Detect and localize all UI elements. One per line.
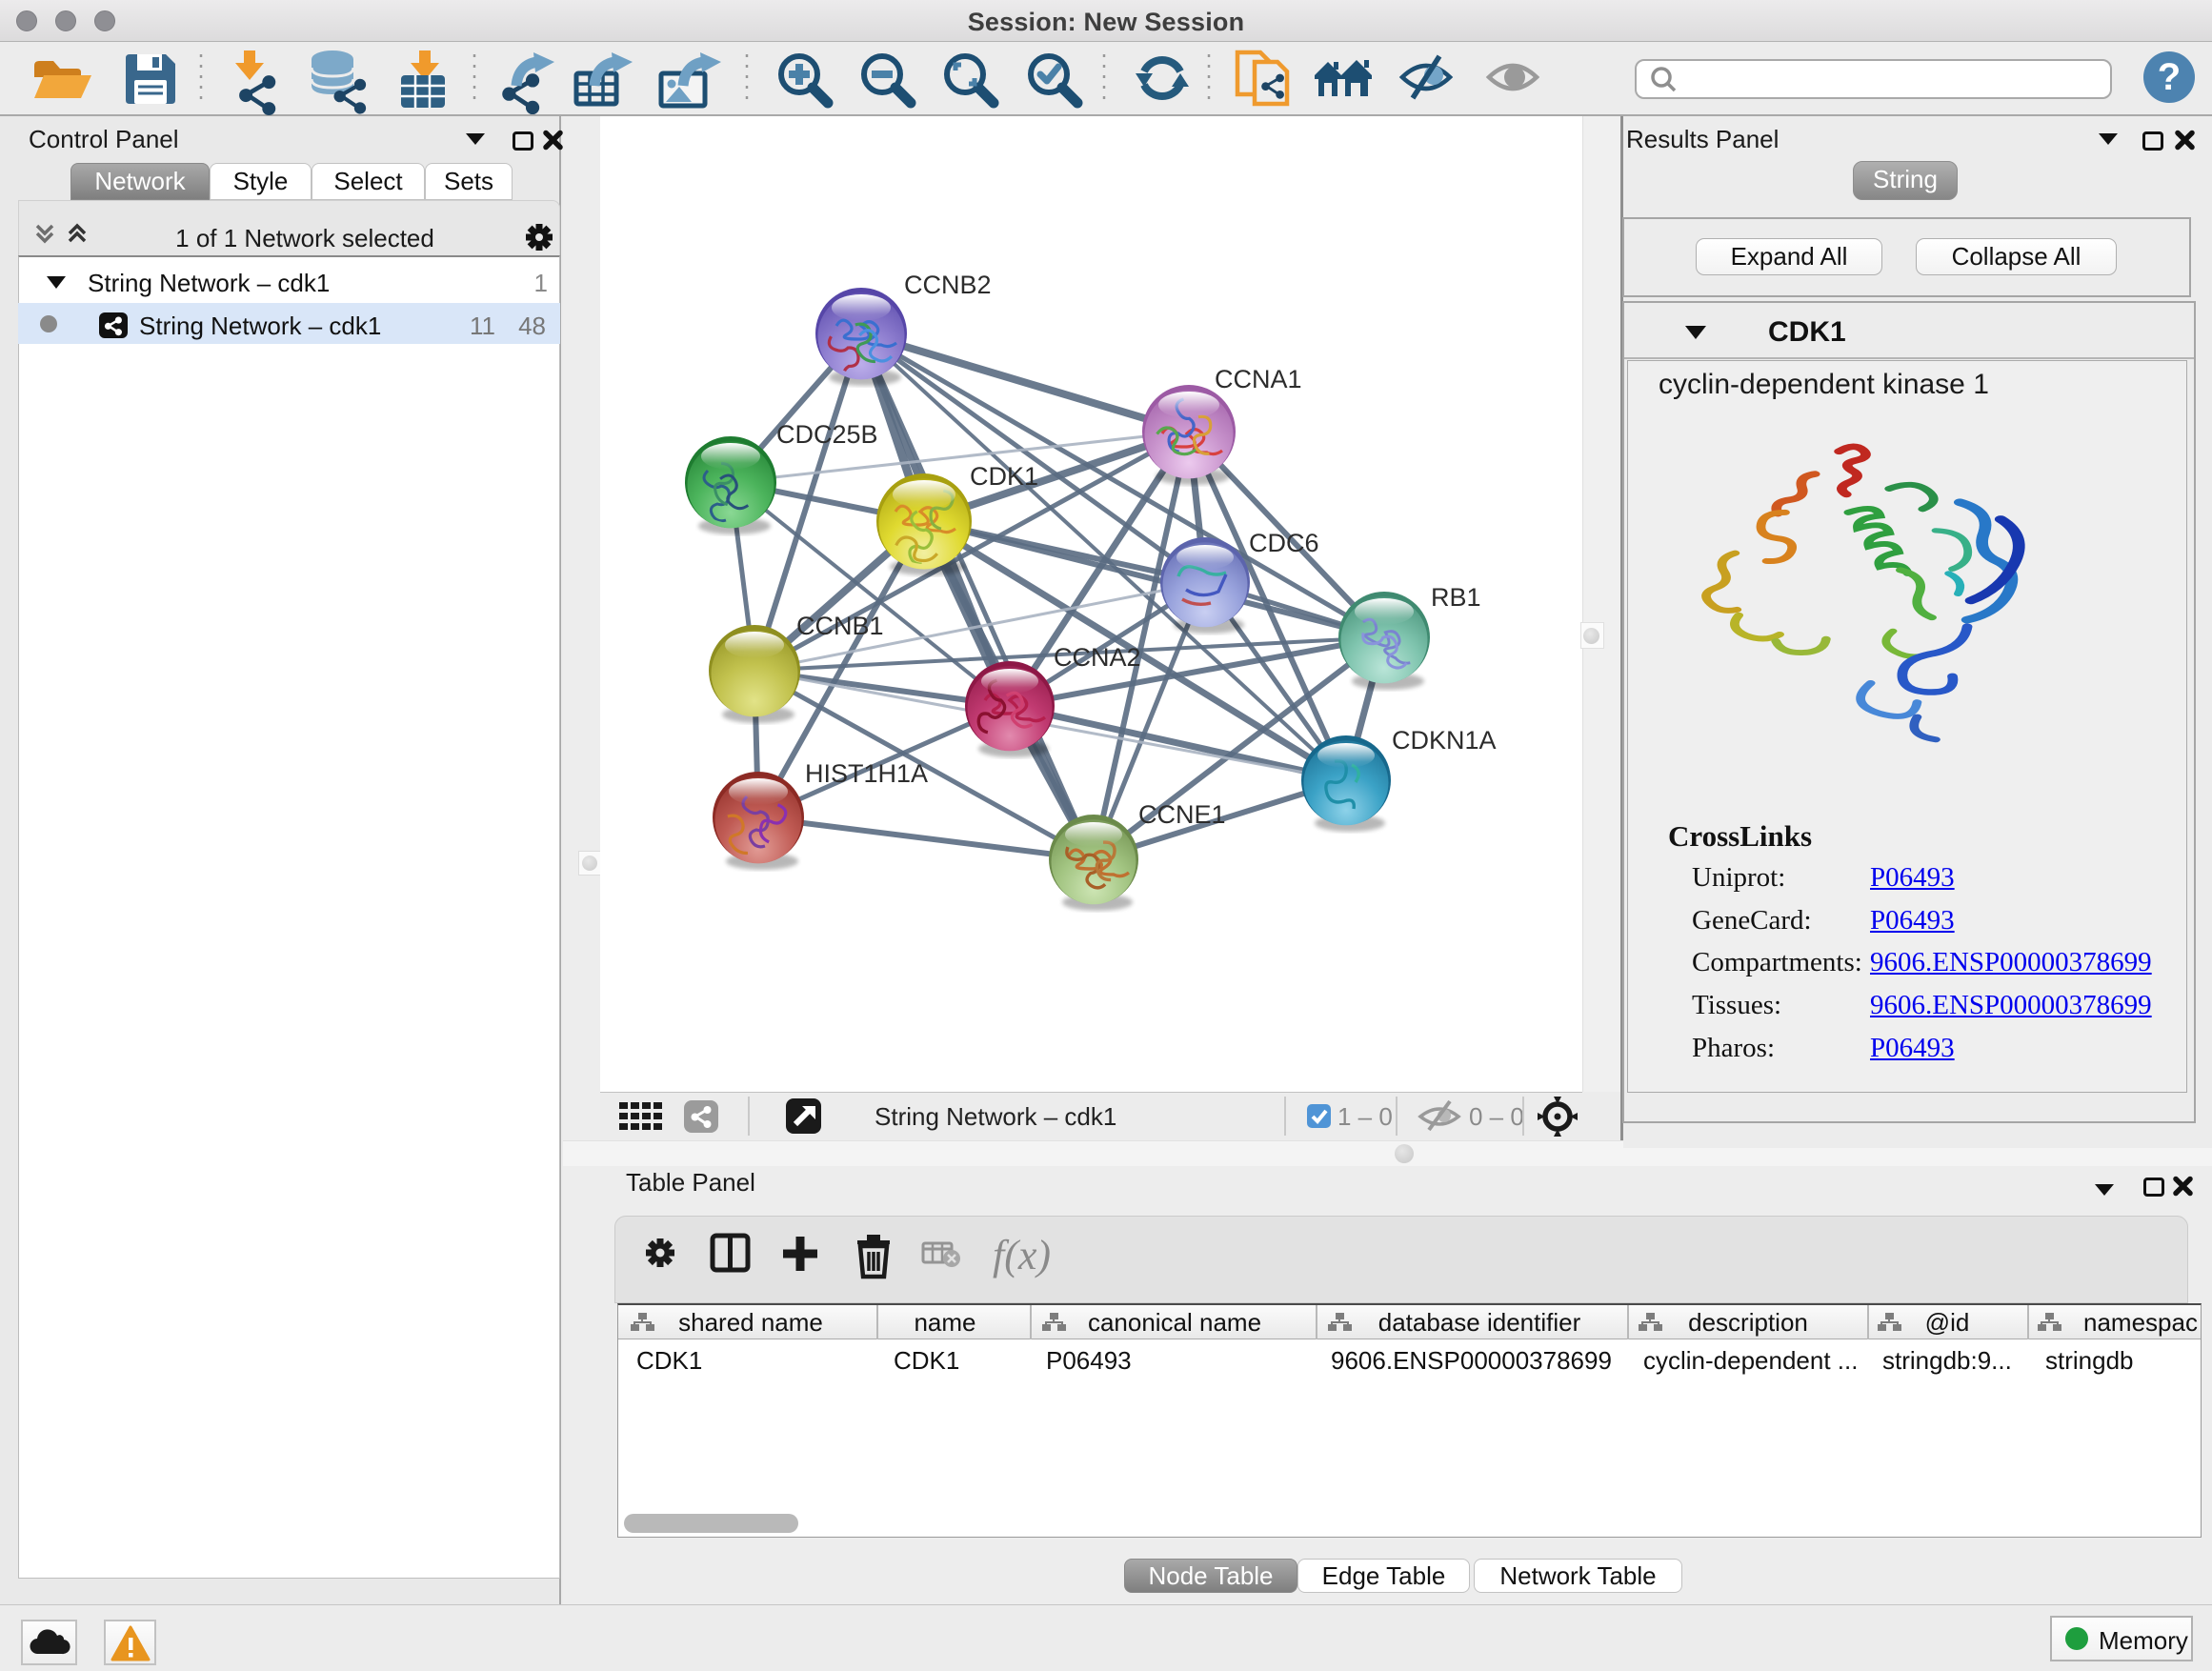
svg-text:database identifier: database identifier <box>1378 1308 1581 1337</box>
svg-text:description: description <box>1688 1308 1808 1337</box>
svg-text:CDC25B: CDC25B <box>776 420 878 449</box>
svg-text:RB1: RB1 <box>1431 583 1481 612</box>
svg-text:CCNA1: CCNA1 <box>1215 365 1302 393</box>
svg-text:HIST1H1A: HIST1H1A <box>805 759 928 788</box>
svg-text:String Network – cdk1: String Network – cdk1 <box>875 1102 1116 1131</box>
svg-text:namespac: namespac <box>2083 1308 2198 1337</box>
svg-text:0 – 0: 0 – 0 <box>1469 1102 1524 1131</box>
svg-text:1 – 0: 1 – 0 <box>1337 1102 1393 1131</box>
svg-text:CDC6: CDC6 <box>1249 529 1319 557</box>
svg-text:CDKN1A: CDKN1A <box>1392 726 1497 755</box>
svg-text:name: name <box>914 1308 975 1337</box>
svg-text:?: ? <box>2158 56 2181 98</box>
svg-text:shared name: shared name <box>678 1308 823 1337</box>
svg-text:CCNB1: CCNB1 <box>796 612 884 640</box>
svg-text:CCNB2: CCNB2 <box>904 271 992 299</box>
svg-text:CCNE1: CCNE1 <box>1138 800 1226 829</box>
svg-text:f(x): f(x) <box>993 1232 1051 1278</box>
svg-text:CCNA2: CCNA2 <box>1054 643 1141 672</box>
svg-text:CDK1: CDK1 <box>970 462 1038 491</box>
svg-text:@id: @id <box>1925 1308 1970 1337</box>
svg-text:canonical name: canonical name <box>1088 1308 1261 1337</box>
